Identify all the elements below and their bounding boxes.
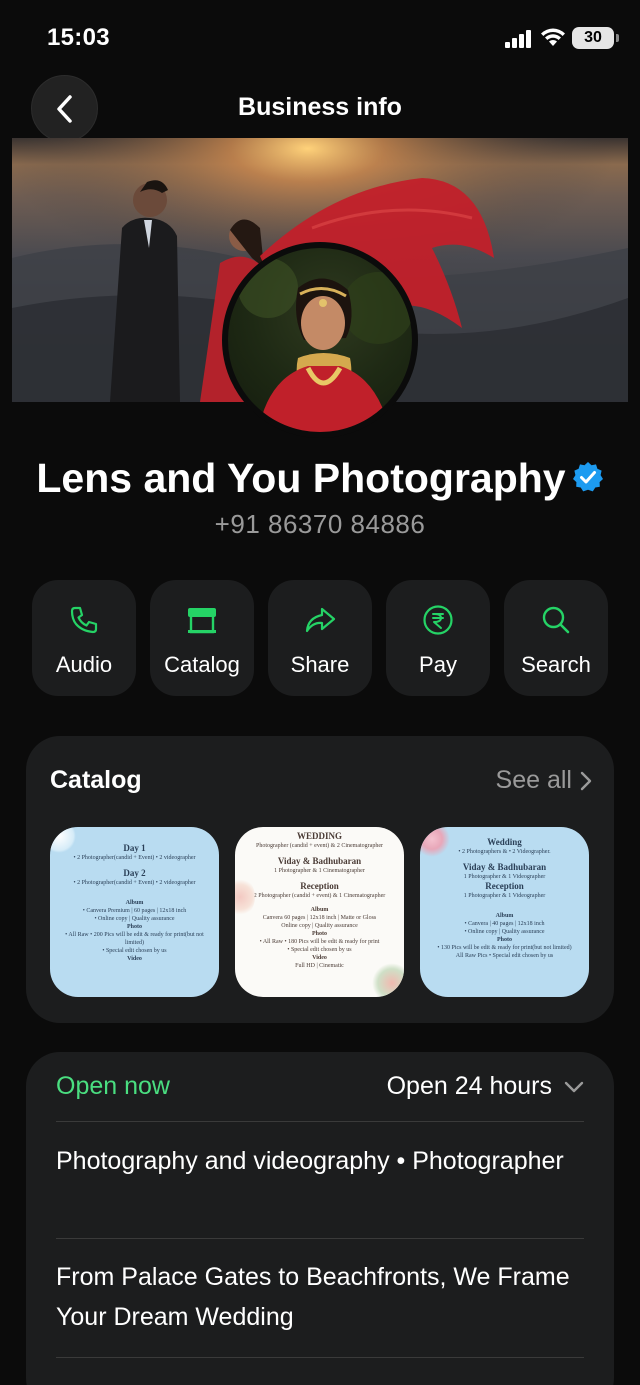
profile-avatar[interactable] bbox=[222, 242, 418, 438]
open-status: Open now bbox=[56, 1072, 170, 1100]
status-time: 15:03 bbox=[47, 24, 110, 51]
catalog-item-line: Photo bbox=[127, 924, 142, 930]
share-arrow-icon bbox=[305, 607, 336, 633]
catalog-item-line: • 2 Photographer(candid + Event) • 2 vid… bbox=[73, 855, 196, 861]
catalog-item-line: Wedding bbox=[487, 837, 522, 847]
catalog-item[interactable]: Wedding • 2 Photographers & • 2 Videogra… bbox=[420, 827, 589, 997]
phone-icon bbox=[70, 606, 98, 634]
see-all-link[interactable]: See all bbox=[496, 766, 592, 795]
catalog-item-line: • Special edit chosen by us bbox=[102, 948, 167, 954]
search-icon bbox=[542, 606, 570, 634]
catalog-item-line: • 2 Photographers & • 2 Videographer. bbox=[458, 849, 551, 855]
catalog-item-line: • Canvera | 40 pages | 12x18 inch bbox=[464, 921, 545, 927]
divider bbox=[56, 1121, 584, 1122]
verified-badge-icon bbox=[572, 462, 603, 492]
battery-indicator: 30 bbox=[572, 27, 619, 49]
catalog-item-line: • All Raw • 180 Pics will be edit & read… bbox=[259, 939, 380, 945]
catalog-item-line: Canvera 60 pages | 12x18 inch | Matte or… bbox=[262, 915, 377, 921]
catalog-title: Catalog bbox=[50, 766, 142, 794]
flower-decoration bbox=[372, 963, 404, 997]
catalog-item-line: Video bbox=[312, 955, 327, 961]
chevron-down-icon bbox=[564, 1081, 584, 1092]
catalog-item-line: • 130 Pics will be edit & ready for prin… bbox=[437, 945, 572, 951]
catalog-item-line: • All Raw • 200 Pics will be edit & read… bbox=[65, 932, 204, 946]
catalog-item-line: Album bbox=[495, 913, 514, 919]
catalog-item-line: 1 Photographer & 1 Videographer bbox=[463, 874, 546, 880]
storefront-icon bbox=[188, 608, 216, 634]
catalog-item-line: • Special edit chosen by us bbox=[287, 947, 352, 953]
business-phone[interactable]: +91 86370 84886 bbox=[0, 509, 640, 540]
catalog-item-line: Album bbox=[125, 900, 144, 906]
hours-label: Open 24 hours bbox=[386, 1072, 552, 1100]
catalog-item-line: Reception bbox=[300, 881, 339, 891]
catalog-item-line: Online copy | Quality assurance bbox=[281, 923, 358, 929]
catalog-section: Catalog See all Day 1 • 2 Photographer(c… bbox=[26, 736, 614, 1023]
catalog-item-line: • 2 Photographer(candid + Event) • 2 vid… bbox=[73, 880, 196, 886]
page-title: Business info bbox=[238, 93, 402, 121]
catalog-item-line: 1 Photographer & 1 Cinematographer bbox=[274, 868, 365, 874]
catalog-thumbnails: Day 1 • 2 Photographer(candid + Event) •… bbox=[50, 827, 590, 997]
business-category: Photography and videography • Photograph… bbox=[56, 1147, 564, 1175]
see-all-label: See all bbox=[495, 766, 572, 794]
catalog-item-line: Reception bbox=[485, 881, 524, 891]
catalog-item-line: • Online copy | Quality assurance bbox=[464, 929, 545, 935]
business-name-text: Lens and You Photography bbox=[36, 455, 566, 501]
catalog-item-line: Video bbox=[127, 956, 142, 962]
business-details-section: Open now Open 24 hours Photography and v… bbox=[26, 1052, 614, 1385]
catalog-label: Catalog bbox=[164, 652, 240, 677]
catalog-item-line: • Online copy | Quality assurance bbox=[94, 916, 175, 922]
pay-button[interactable]: Pay bbox=[386, 580, 490, 696]
action-buttons: Audio Catalog Share Pay Search bbox=[32, 580, 608, 696]
divider bbox=[56, 1238, 584, 1239]
chevron-right-icon bbox=[580, 771, 592, 790]
catalog-item-line: Photo bbox=[497, 937, 512, 943]
catalog-button[interactable]: Catalog bbox=[150, 580, 254, 696]
cellular-signal-icon bbox=[505, 30, 531, 48]
catalog-item-line: Viday & Badhubaran bbox=[277, 856, 362, 866]
catalog-item-line: 1 Photographer & 1 Videographer bbox=[463, 893, 546, 899]
catalog-item-line: Album bbox=[310, 907, 329, 913]
audio-call-button[interactable]: Audio bbox=[32, 580, 136, 696]
search-label: Search bbox=[521, 652, 591, 677]
business-name: Lens and You Photography bbox=[0, 455, 640, 502]
catalog-item-line: Photo bbox=[312, 931, 327, 937]
catalog-item-line: Photographer (candid + event) & 2 Cinema… bbox=[255, 843, 383, 849]
catalog-item-line: Full HD | Cinematic bbox=[295, 963, 344, 969]
catalog-item-line: 2 Photographer (candid + event) & 1 Cine… bbox=[253, 893, 386, 899]
catalog-item-line: Day 1 bbox=[123, 843, 146, 853]
catalog-item-line: • Canvera Premium | 60 pages | 12x18 inc… bbox=[82, 908, 187, 914]
catalog-item[interactable]: Day 1 • 2 Photographer(candid + Event) •… bbox=[50, 827, 219, 997]
catalog-item-line: Day 2 bbox=[123, 868, 146, 878]
divider bbox=[56, 1357, 584, 1358]
rupee-icon bbox=[423, 605, 453, 635]
audio-label: Audio bbox=[55, 652, 113, 677]
avatar-illustration bbox=[238, 258, 412, 432]
share-label: Share bbox=[290, 652, 350, 677]
hours-dropdown[interactable]: Open 24 hours bbox=[387, 1072, 584, 1101]
catalog-item-line: Viday & Badhubaran bbox=[462, 862, 547, 872]
status-bar: 15:03 30 bbox=[0, 0, 640, 76]
share-button[interactable]: Share bbox=[268, 580, 372, 696]
wifi-icon bbox=[541, 28, 565, 46]
pay-label: Pay bbox=[419, 652, 457, 677]
search-button[interactable]: Search bbox=[504, 580, 608, 696]
catalog-item-line: WEDDING bbox=[296, 831, 342, 841]
catalog-item[interactable]: WEDDING Photographer (candid + event) & … bbox=[235, 827, 404, 997]
catalog-item-line: All Raw Pics • Special edit chosen by us bbox=[455, 953, 554, 959]
business-description: From Palace Gates to Beachfronts, We Fra… bbox=[56, 1263, 570, 1331]
